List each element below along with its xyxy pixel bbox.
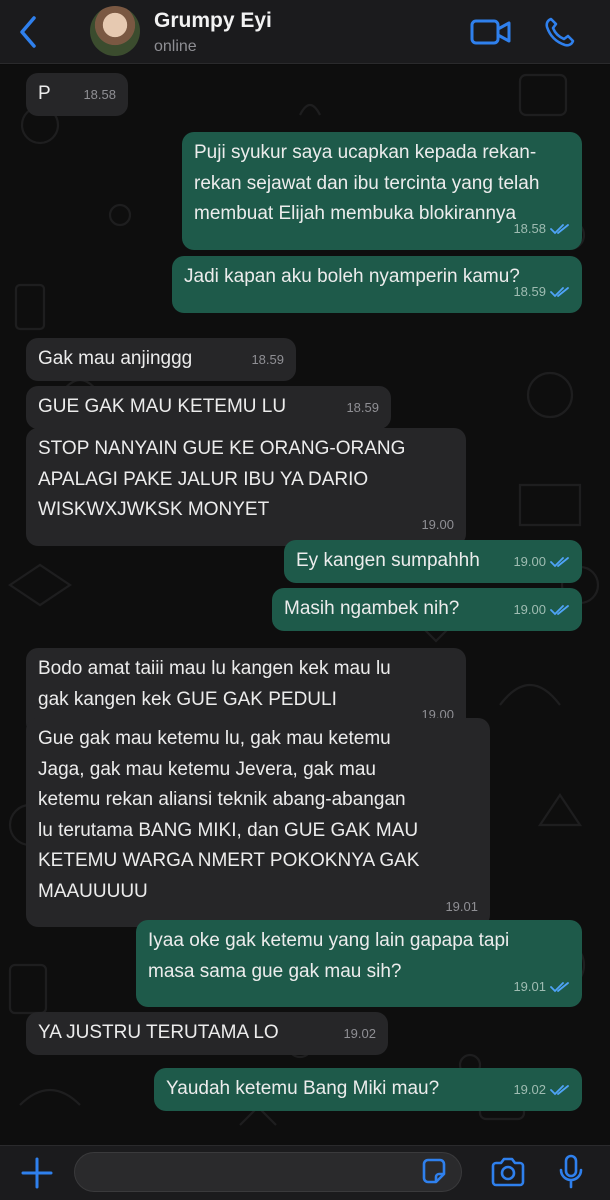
composer-bar	[0, 1145, 610, 1200]
chat-header: Grumpy Eyi online	[0, 0, 610, 64]
outgoing-message[interactable]: Masih ngambek nih? 19.00	[272, 588, 582, 631]
camera-icon[interactable]	[490, 1156, 526, 1188]
contact-name[interactable]: Grumpy Eyi	[154, 9, 272, 33]
incoming-message[interactable]: YA JUSTRU TERUTAMA LO 19.02	[26, 1012, 388, 1055]
read-receipt-icon	[550, 1085, 569, 1096]
message-text: Jadi kapan aku boleh nyamperin kamu?	[184, 266, 520, 287]
contact-status: online	[154, 38, 197, 55]
incoming-message[interactable]: Gak mau anjinggg 18.59	[26, 338, 296, 381]
message-timestamp: 18.59	[513, 277, 570, 308]
message-timestamp: 18.59	[346, 393, 379, 424]
message-timestamp: 19.02	[513, 1075, 570, 1106]
message-text: Gue gak mau ketemu lu, gak mau ketemu Ja…	[38, 728, 420, 902]
read-receipt-icon	[550, 605, 569, 616]
message-text: Iyaa oke gak ketemu yang lain gapapa tap…	[148, 930, 510, 982]
timestamp-text: 18.59	[251, 352, 284, 367]
timestamp-text: 19.01	[445, 898, 478, 914]
message-timestamp: 18.58	[83, 80, 116, 111]
incoming-message[interactable]: Gue gak mau ketemu lu, gak mau ketemu Ja…	[26, 718, 490, 927]
message-timestamp: 19.01	[513, 972, 570, 1003]
plus-icon[interactable]	[20, 1156, 54, 1190]
read-receipt-icon	[550, 287, 569, 298]
message-timestamp: 18.59	[251, 345, 284, 376]
timestamp-text: 19.01	[513, 978, 546, 994]
outgoing-message[interactable]: Ey kangen sumpahhh 19.00	[284, 540, 582, 583]
outgoing-message[interactable]: Iyaa oke gak ketemu yang lain gapapa tap…	[136, 920, 582, 1007]
message-timestamp: 19.02	[343, 1019, 376, 1050]
message-timestamp: 19.00	[513, 547, 570, 578]
read-receipt-icon	[550, 981, 569, 993]
timestamp-text: 19.02	[513, 1082, 546, 1097]
sticker-icon[interactable]	[420, 1158, 448, 1186]
timestamp-text: 18.59	[346, 400, 379, 415]
message-text: YA JUSTRU TERUTAMA LO	[38, 1022, 279, 1043]
video-camera-icon[interactable]	[470, 16, 512, 48]
timestamp-text: 18.59	[513, 284, 546, 299]
outgoing-message[interactable]: Jadi kapan aku boleh nyamperin kamu? 18.5…	[172, 256, 582, 313]
microphone-icon[interactable]	[558, 1154, 584, 1190]
chevron-left-icon[interactable]	[14, 14, 44, 50]
read-receipt-icon	[550, 557, 569, 568]
incoming-message[interactable]: P 18.58	[26, 73, 128, 116]
outgoing-message[interactable]: Puji syukur saya ucapkan kepada rekan- r…	[182, 132, 582, 250]
message-text: Gak mau anjinggg	[38, 348, 193, 369]
message-list[interactable]: P 18.58 Puji syukur saya ucapkan kepada re…	[0, 65, 610, 1145]
read-receipt-icon	[550, 224, 569, 235]
outgoing-message[interactable]: Yaudah ketemu Bang Miki mau? 19.02	[154, 1068, 582, 1111]
message-timestamp: 19.00	[513, 595, 570, 626]
avatar[interactable]	[90, 6, 140, 56]
message-text: STOP NANYAIN GUE KE ORANG-ORANG APALAGI …	[38, 438, 406, 520]
message-timestamp: 19.00	[421, 510, 454, 541]
timestamp-text: 18.58	[513, 221, 546, 236]
message-input[interactable]	[74, 1152, 462, 1192]
timestamp-text: 18.58	[83, 87, 116, 102]
timestamp-text: 19.02	[343, 1026, 376, 1041]
message-text: GUE GAK MAU KETEMU LU	[38, 396, 287, 417]
phone-icon[interactable]	[544, 16, 576, 48]
message-text: Yaudah ketemu Bang Miki mau?	[166, 1078, 440, 1099]
timestamp-text: 19.00	[513, 554, 546, 569]
incoming-message[interactable]: GUE GAK MAU KETEMU LU 18.59	[26, 386, 391, 429]
timestamp-text: 19.00	[421, 517, 454, 532]
timestamp-text: 19.00	[513, 602, 546, 617]
incoming-message[interactable]: STOP NANYAIN GUE KE ORANG-ORANG APALAGI …	[26, 428, 466, 546]
message-timestamp: 18.58	[513, 214, 570, 245]
message-timestamp: 19.01	[445, 892, 478, 923]
